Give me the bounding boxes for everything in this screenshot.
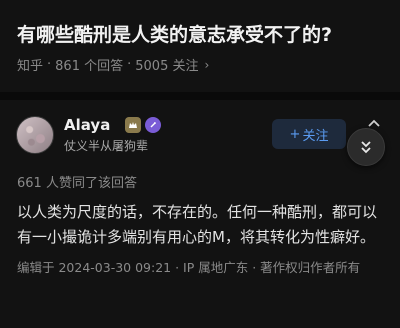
question-meta[interactable]: 知乎 · 861 个回答 · 5005 关注 › [17, 55, 209, 74]
section-divider [0, 92, 400, 100]
like-count: 661 人赞同了该回答 [17, 176, 137, 191]
edit-info: 编辑于 2024-03-30 09:21 · IP 属地广东 · 著作权归作者所… [17, 260, 361, 275]
chevron-right-icon[interactable]: › [204, 58, 209, 72]
follow-label: 关注 [302, 128, 329, 144]
follower-count: 5005 关注 [135, 59, 199, 74]
verified-badge-icon [145, 117, 161, 133]
meta-separator: · [127, 57, 132, 72]
level-badge-icon [125, 117, 141, 133]
answer-content: 以人类为尺度的话，不存在的。任何一种酷刑，都可以有一小撮诡计多端别有用心的M，将… [17, 203, 378, 246]
question-title[interactable]: 有哪些酷刑是人类的意志承受不了的? [17, 22, 387, 48]
author-row: Alaya 仗义半从屠狗辈 + 关注 [16, 116, 384, 156]
meta-separator: · [47, 57, 52, 72]
author-name[interactable]: Alaya [64, 116, 110, 134]
site-name: 知乎 [17, 59, 44, 74]
follow-button[interactable]: + 关注 [272, 119, 346, 149]
author-bio: 仗义半从屠狗辈 [64, 139, 149, 153]
plus-icon: + [289, 126, 301, 142]
avatar[interactable] [16, 116, 54, 154]
collapse-icon[interactable] [347, 128, 385, 166]
answer-count: 861 个回答 [55, 59, 124, 74]
answer-page: 有哪些酷刑是人类的意志承受不了的? 知乎 · 861 个回答 · 5005 关注… [0, 0, 400, 328]
